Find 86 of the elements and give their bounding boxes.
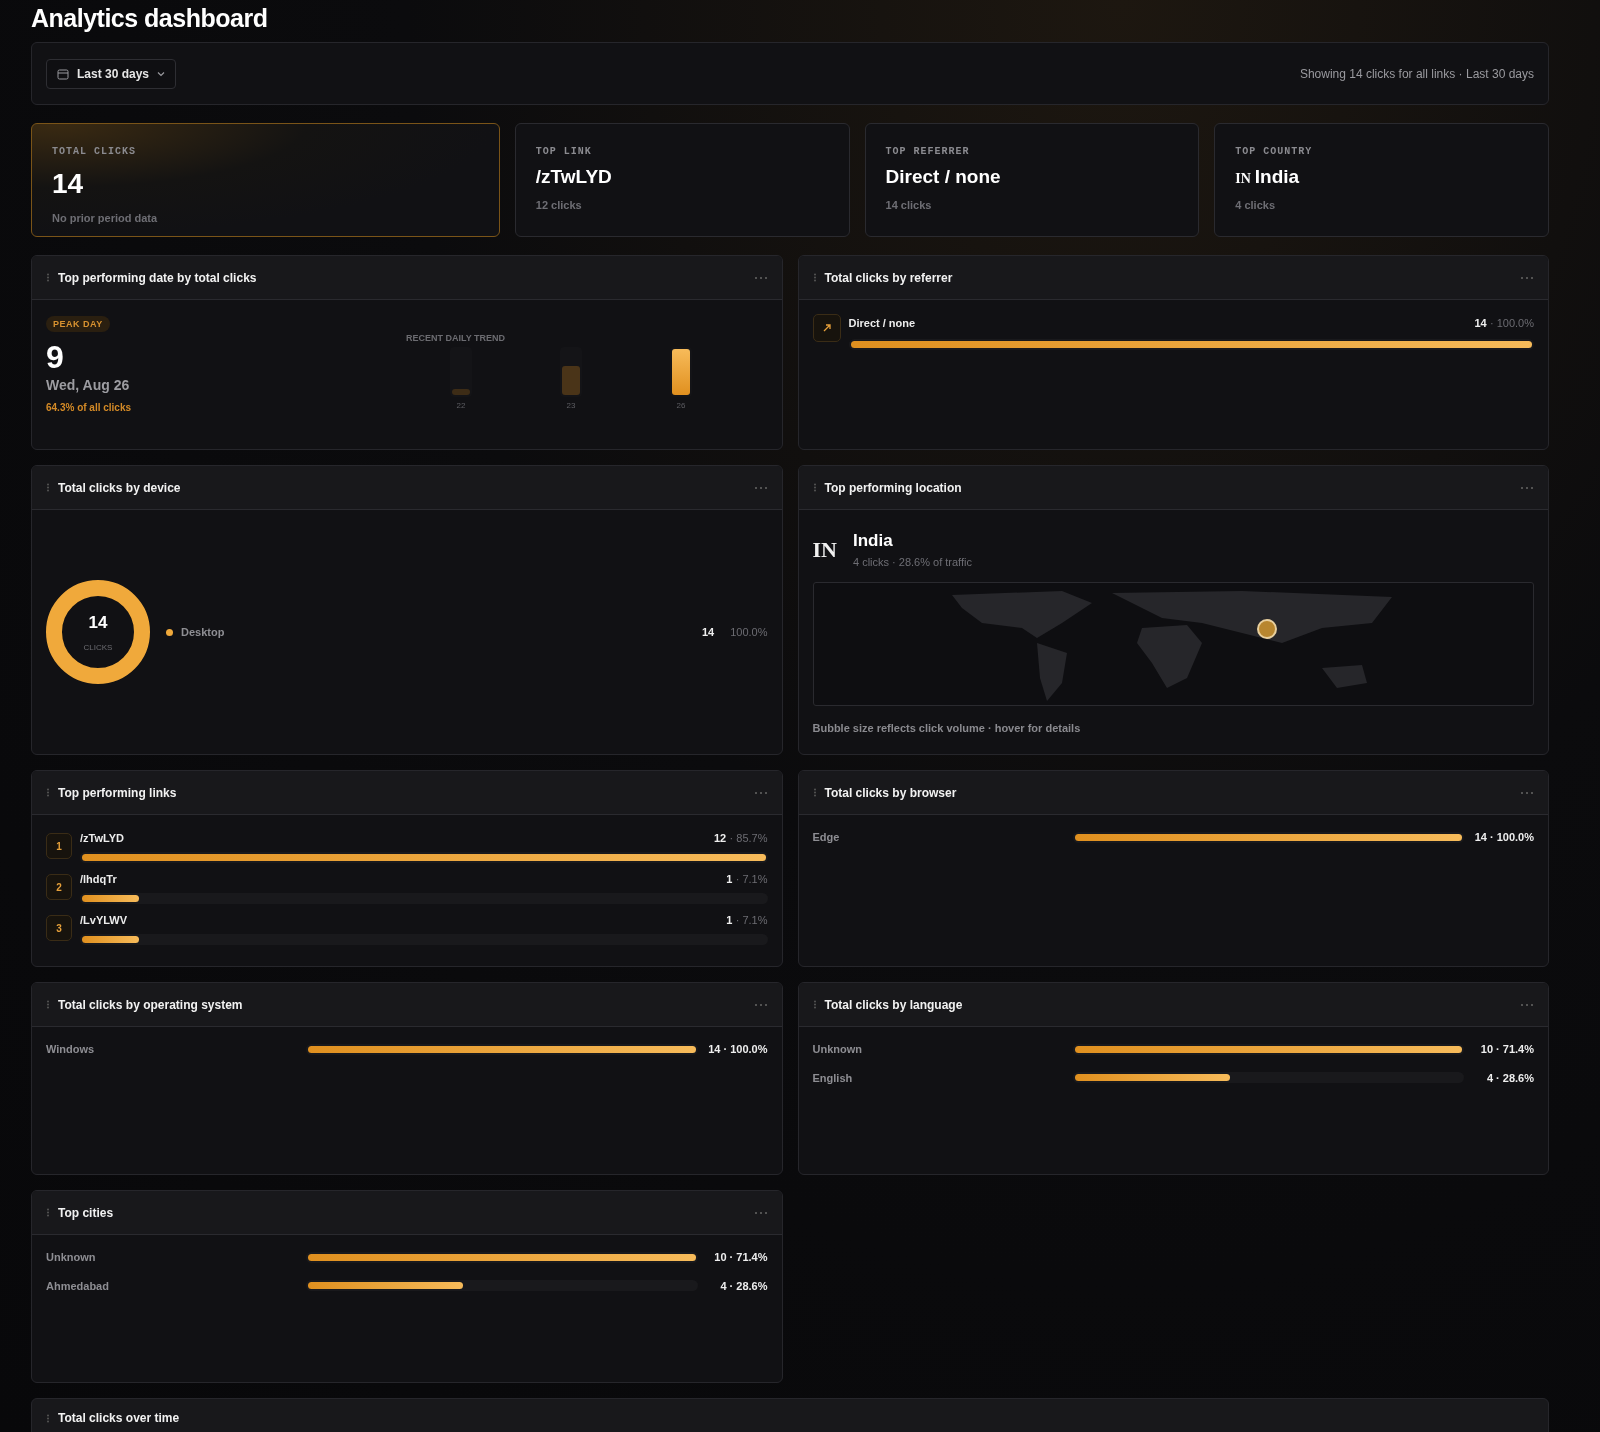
- stat-note: No prior period data: [52, 211, 159, 226]
- link-percent: · 7.1%: [735, 873, 768, 885]
- panel-title: Total clicks by referrer: [824, 269, 953, 287]
- referrer-icon: [812, 314, 841, 342]
- trend-title: RECENT DAILY TREND: [406, 332, 506, 345]
- donut-total: 14: [88, 612, 108, 635]
- link-name[interactable]: /LvYLWV: [80, 911, 128, 929]
- panel-title: Top performing date by total clicks: [58, 269, 257, 287]
- bar-label: Windows: [46, 1042, 96, 1057]
- country-code: IN: [812, 535, 837, 564]
- link-name[interactable]: /zTwLYD: [80, 829, 124, 847]
- country-name: India: [852, 530, 894, 552]
- stat-value: Direct / none: [885, 165, 1001, 189]
- trend-day-label: 22: [456, 399, 466, 412]
- trend-day-label: 26: [676, 399, 686, 412]
- link-count: 1: [726, 914, 733, 926]
- caret-icon: [157, 70, 166, 77]
- peak-share: 64.3% of all clicks: [46, 401, 133, 416]
- more-icon[interactable]: [753, 485, 768, 490]
- bar-value: 4 · 28.6%: [1485, 1070, 1534, 1086]
- page-title: Analytics dashboard: [31, 3, 269, 34]
- more-icon[interactable]: [1520, 485, 1534, 490]
- link-percent: · 85.7%: [729, 832, 768, 844]
- link-count: 1: [726, 873, 733, 885]
- rank-badge: 3: [46, 915, 72, 941]
- more-icon[interactable]: [1520, 275, 1534, 280]
- link-name[interactable]: /lhdqTr: [80, 870, 117, 888]
- bar-value: 14 · 100.0%: [1473, 830, 1534, 845]
- more-icon[interactable]: [753, 1210, 768, 1215]
- country-code: IN: [1235, 170, 1251, 188]
- bar-value: 4 · 28.6%: [719, 1278, 768, 1294]
- trend-day-label: 23: [566, 399, 576, 412]
- stat-label: TOP LINK: [535, 145, 593, 159]
- stat-label: TOTAL CLICKS: [52, 145, 137, 159]
- panel-title: Total clicks by browser: [824, 784, 957, 802]
- drag-handle-icon[interactable]: [812, 273, 817, 282]
- drag-handle-icon[interactable]: [812, 1000, 817, 1009]
- stat-label: TOP REFERRER: [885, 145, 971, 159]
- peak-date: Wed, Aug 26: [46, 376, 131, 396]
- more-icon[interactable]: [753, 275, 768, 280]
- date-range-dropdown[interactable]: Last 30 days: [46, 58, 177, 89]
- legend-count: 14: [701, 624, 715, 640]
- peak-value: 9: [46, 340, 65, 376]
- more-icon[interactable]: [1520, 790, 1534, 795]
- bar-label: Ahmedabad: [46, 1278, 110, 1294]
- bar-value: 10 · 71.4%: [713, 1250, 768, 1265]
- rank-badge: 2: [46, 874, 72, 900]
- panel-title: Total clicks over time: [58, 1410, 180, 1427]
- more-icon[interactable]: [753, 790, 768, 795]
- panel-title: Top performing location: [824, 479, 962, 497]
- bar-label: Unknown: [46, 1250, 97, 1265]
- stat-label: TOP COUNTRY: [1235, 145, 1314, 159]
- panel-title: Total clicks by operating system: [58, 996, 243, 1014]
- bar-value: 14 · 100.0%: [707, 1042, 768, 1057]
- stat-note: 14 clicks: [885, 197, 933, 213]
- referrer-count: 14: [1474, 317, 1487, 329]
- referrer-name: Direct / none: [848, 315, 916, 331]
- legend-label: Desktop: [181, 624, 226, 640]
- stat-value: 14: [52, 167, 84, 201]
- stat-note: 4 clicks: [1235, 197, 1277, 213]
- country-detail: 4 clicks · 28.6% of traffic: [852, 554, 972, 570]
- filter-summary: Showing 14 clicks for all links · Last 30 days: [1299, 65, 1534, 83]
- legend-percent: 100.0%: [730, 624, 768, 640]
- panel-title: Total clicks by device: [58, 479, 181, 497]
- bar-label: Unknown: [812, 1042, 863, 1057]
- stat-note: 12 clicks: [535, 197, 583, 213]
- rank-badge: 1: [46, 833, 72, 859]
- drag-handle-icon[interactable]: [812, 788, 817, 797]
- panel-title: Top performing links: [58, 784, 177, 802]
- peak-day-badge: PEAK DAY: [46, 316, 110, 332]
- calendar-icon: [57, 67, 69, 80]
- more-icon[interactable]: [753, 1002, 768, 1007]
- more-icon[interactable]: [1520, 1002, 1534, 1007]
- stat-value: /zTwLYD: [535, 165, 612, 189]
- bar-label: Edge: [812, 830, 841, 845]
- link-count: 12: [714, 832, 727, 844]
- bar-label: English: [812, 1070, 854, 1086]
- panel-title: Top cities: [58, 1204, 114, 1222]
- referrer-percent: · 100.0%: [1489, 317, 1534, 329]
- panel-title: Total clicks by language: [824, 996, 963, 1014]
- link-percent: · 7.1%: [735, 914, 768, 926]
- stat-value: India: [1254, 165, 1300, 189]
- bar-value: 10 · 71.4%: [1479, 1042, 1534, 1057]
- map-caption: Bubble size reflects click volume · hover for details: [812, 721, 1082, 736]
- drag-handle-icon[interactable]: [812, 483, 817, 492]
- donut-label: CLICKS: [83, 641, 113, 654]
